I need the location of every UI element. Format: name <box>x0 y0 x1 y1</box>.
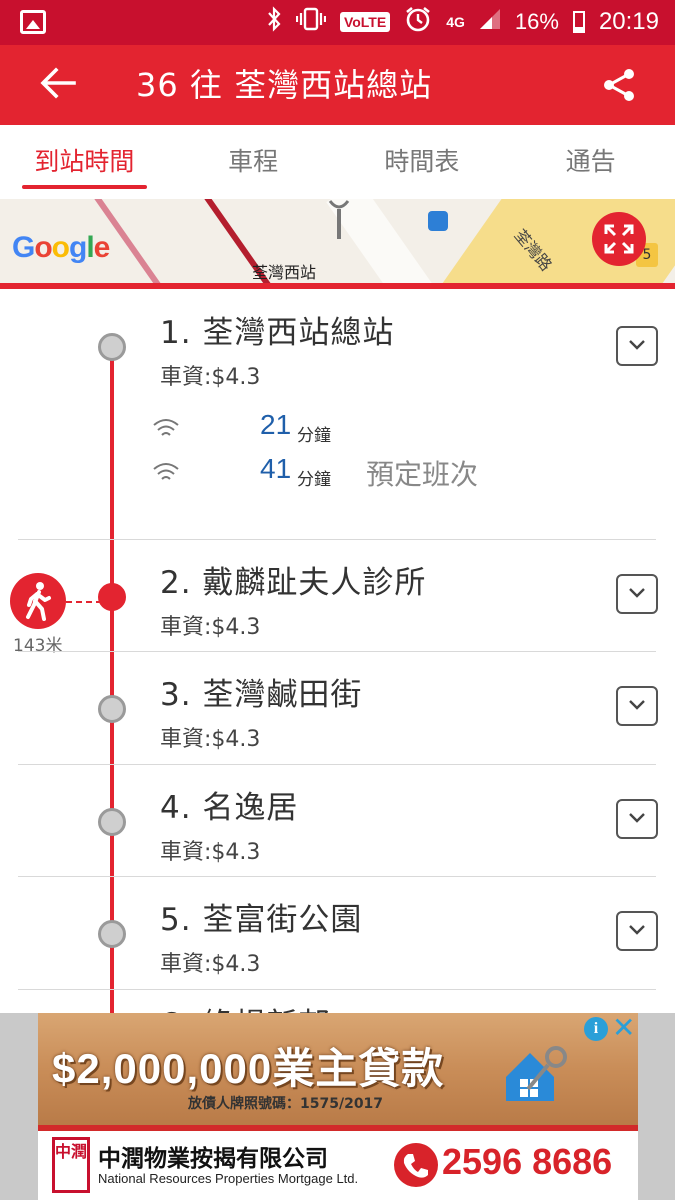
ad-content[interactable]: $2,000,000業主貸款 放債人牌照號碼：1575/2017 i ✕ 中潤 … <box>38 1013 638 1200</box>
ad-top-panel: $2,000,000業主貸款 放債人牌照號碼：1575/2017 i ✕ <box>38 1013 638 1125</box>
expand-button[interactable] <box>616 326 658 366</box>
app-bar: 36 往 荃灣西站總站 <box>0 45 675 125</box>
stop-fare: 車資:$4.3 <box>160 727 261 752</box>
walk-connector <box>66 601 102 603</box>
expand-button[interactable] <box>616 574 658 614</box>
map-fullscreen-button[interactable] <box>592 212 646 266</box>
status-icons: VoLTE 4G 16% 20:19 <box>266 6 659 38</box>
bluetooth-icon <box>266 6 282 38</box>
stop-name: 6. 綠楊新邨 <box>160 999 330 1013</box>
tab-arrival-time[interactable]: 到站時間 <box>0 125 169 199</box>
fullscreen-icon <box>604 224 634 254</box>
ad-company-name: 中潤物業按揭有限公司 <box>98 1146 328 1172</box>
divider <box>18 764 656 765</box>
stop-name: 4. 名逸居 <box>160 790 299 826</box>
battery-percent: 16% <box>514 9 559 34</box>
ad-close-button[interactable]: ✕ <box>612 1013 635 1043</box>
page-title: 36 往 荃灣西站總站 <box>136 66 433 104</box>
divider <box>18 989 656 990</box>
stop-name: 2. 戴麟趾夫人診所 <box>160 565 427 601</box>
google-logo: Google <box>12 231 110 264</box>
eta-unit: 分鐘 <box>297 470 331 490</box>
volte-badge: VoLTE <box>339 12 391 32</box>
chevron-down-icon <box>629 813 645 823</box>
ad-info-icon[interactable]: i <box>584 1017 608 1041</box>
eta-unit: 分鐘 <box>297 426 331 446</box>
map-view[interactable]: Google 荃灣西站 荃灣路 5 <box>0 199 675 283</box>
bus-stop-icon <box>428 211 448 231</box>
expand-button[interactable] <box>616 799 658 839</box>
phone-icon <box>394 1143 438 1187</box>
eta-scheduled-note: 預定班次 <box>366 458 479 491</box>
tab-bar: 到站時間 車程 時間表 通告 <box>0 125 675 199</box>
stop-dot <box>98 695 126 723</box>
tab-journey[interactable]: 車程 <box>169 125 338 199</box>
chevron-down-icon <box>629 700 645 710</box>
stop-fare: 車資:$4.3 <box>160 952 261 977</box>
house-key-icon <box>506 1046 567 1101</box>
divider <box>18 876 656 877</box>
stop-fare: 車資:$4.3 <box>160 365 261 390</box>
walk-indicator <box>10 573 66 629</box>
ad-banner[interactable]: $2,000,000業主貸款 放債人牌照號碼：1575/2017 i ✕ 中潤 … <box>0 1013 675 1200</box>
eta-row: 21 分鐘 <box>0 409 675 449</box>
tab-notices[interactable]: 通告 <box>506 125 675 199</box>
stop-dot <box>98 808 126 836</box>
stop-name: 3. 荃灣鹹田街 <box>160 677 363 713</box>
arrow-left-icon <box>40 67 76 99</box>
ad-headline: $2,000,000業主貸款 <box>52 1045 445 1092</box>
ad-phone-number: 2596 8686 <box>442 1141 613 1182</box>
divider <box>18 651 656 652</box>
stop-list: 1. 荃灣西站總站 車資:$4.3 21 分鐘 41 分鐘 預定班次 2. 戴麟… <box>0 289 675 1013</box>
battery-icon <box>572 11 585 33</box>
ad-company-logo: 中潤 <box>52 1137 90 1193</box>
stop-name: 1. 荃灣西站總站 <box>160 315 395 351</box>
walking-person-icon <box>26 582 51 621</box>
signal-icon <box>479 8 501 36</box>
tab-timetable[interactable]: 時間表 <box>338 125 507 199</box>
stop-name: 5. 荃富街公園 <box>160 902 363 938</box>
stop-dot-nearest <box>98 583 126 611</box>
walk-distance: 143米 <box>13 636 63 656</box>
ad-company-name-en: National Resources Properties Mortgage L… <box>98 1171 359 1186</box>
realtime-signal-icon <box>153 463 179 480</box>
chevron-down-icon <box>629 588 645 598</box>
divider <box>18 539 656 540</box>
status-bar: VoLTE 4G 16% 20:19 <box>0 0 675 45</box>
eta-row: 41 分鐘 預定班次 <box>0 453 675 493</box>
eta-minutes: 21 <box>260 409 292 440</box>
map-pin-icon <box>328 200 350 239</box>
realtime-signal-icon <box>153 419 179 436</box>
stop-fare: 車資:$4.3 <box>160 840 261 865</box>
ad-license: 放債人牌照號碼：1575/2017 <box>188 1096 384 1112</box>
screen: VoLTE 4G 16% 20:19 36 往 荃灣西站總站 到站時間 車程 時… <box>0 0 675 1200</box>
clock: 20:19 <box>598 8 659 35</box>
share-button[interactable] <box>601 67 637 103</box>
network-type: 4G <box>446 14 465 30</box>
map-station-label: 荃灣西站 <box>252 263 317 282</box>
stop-fare: 車資:$4.3 <box>160 615 261 640</box>
gallery-icon <box>20 10 46 34</box>
ad-bottom-panel: 中潤 中潤物業按揭有限公司 National Resources Propert… <box>38 1131 638 1200</box>
vibrate-icon <box>295 7 327 37</box>
expand-button[interactable] <box>616 686 658 726</box>
chevron-down-icon <box>629 925 645 935</box>
back-button[interactable] <box>38 63 78 110</box>
alarm-icon <box>404 5 432 39</box>
stop-dot <box>98 333 126 361</box>
eta-minutes: 41 <box>260 453 292 484</box>
stop-dot <box>98 920 126 948</box>
share-icon <box>604 69 634 101</box>
chevron-down-icon <box>629 340 645 350</box>
expand-button[interactable] <box>616 911 658 951</box>
